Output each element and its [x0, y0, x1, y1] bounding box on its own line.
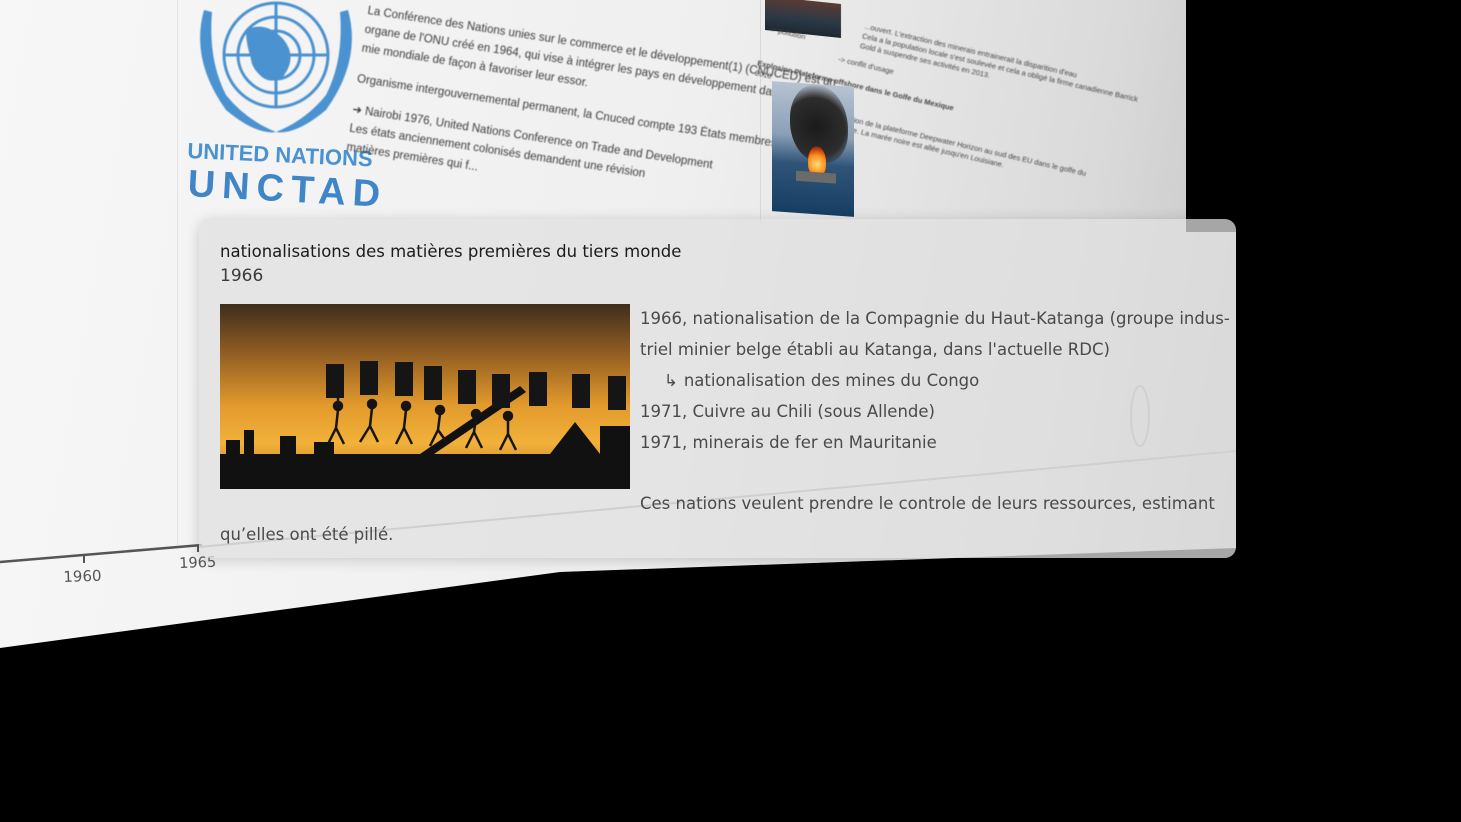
description-line: triel minier belge établi au Katanga, da…	[640, 340, 1110, 359]
description-line: Ces nations veulent prendre le controle …	[640, 494, 1215, 513]
oil-platform-image	[772, 81, 854, 217]
event-detail-popup[interactable]: nationalisations des matières premières …	[199, 219, 1236, 558]
popup-date: 1966	[220, 266, 264, 286]
description-line: qu’elles ont été pillé.	[220, 525, 394, 544]
description-line-indented: ↳ nationalisation des mines du Congo	[664, 371, 979, 390]
description-line: 1966, nationalisation de la Compagnie du…	[640, 309, 1230, 328]
popup-title: nationalisations des matières premières …	[220, 242, 682, 261]
protest-silhouette-image	[220, 304, 630, 489]
description-line: 1971, minerais de fer en Mauritanie	[640, 433, 937, 452]
axis-tick-label: 1960	[63, 566, 102, 586]
timeline-stage: UNITED NATIONS UNCTAD La Conférence des …	[0, 0, 1461, 822]
description-line: 1971, Cuivre au Chili (sous Allende)	[640, 402, 935, 421]
sub-arrow-icon: ↳	[664, 371, 678, 390]
description-line-text: nationalisation des mines du Congo	[683, 371, 980, 390]
column-divider	[177, 0, 178, 545]
